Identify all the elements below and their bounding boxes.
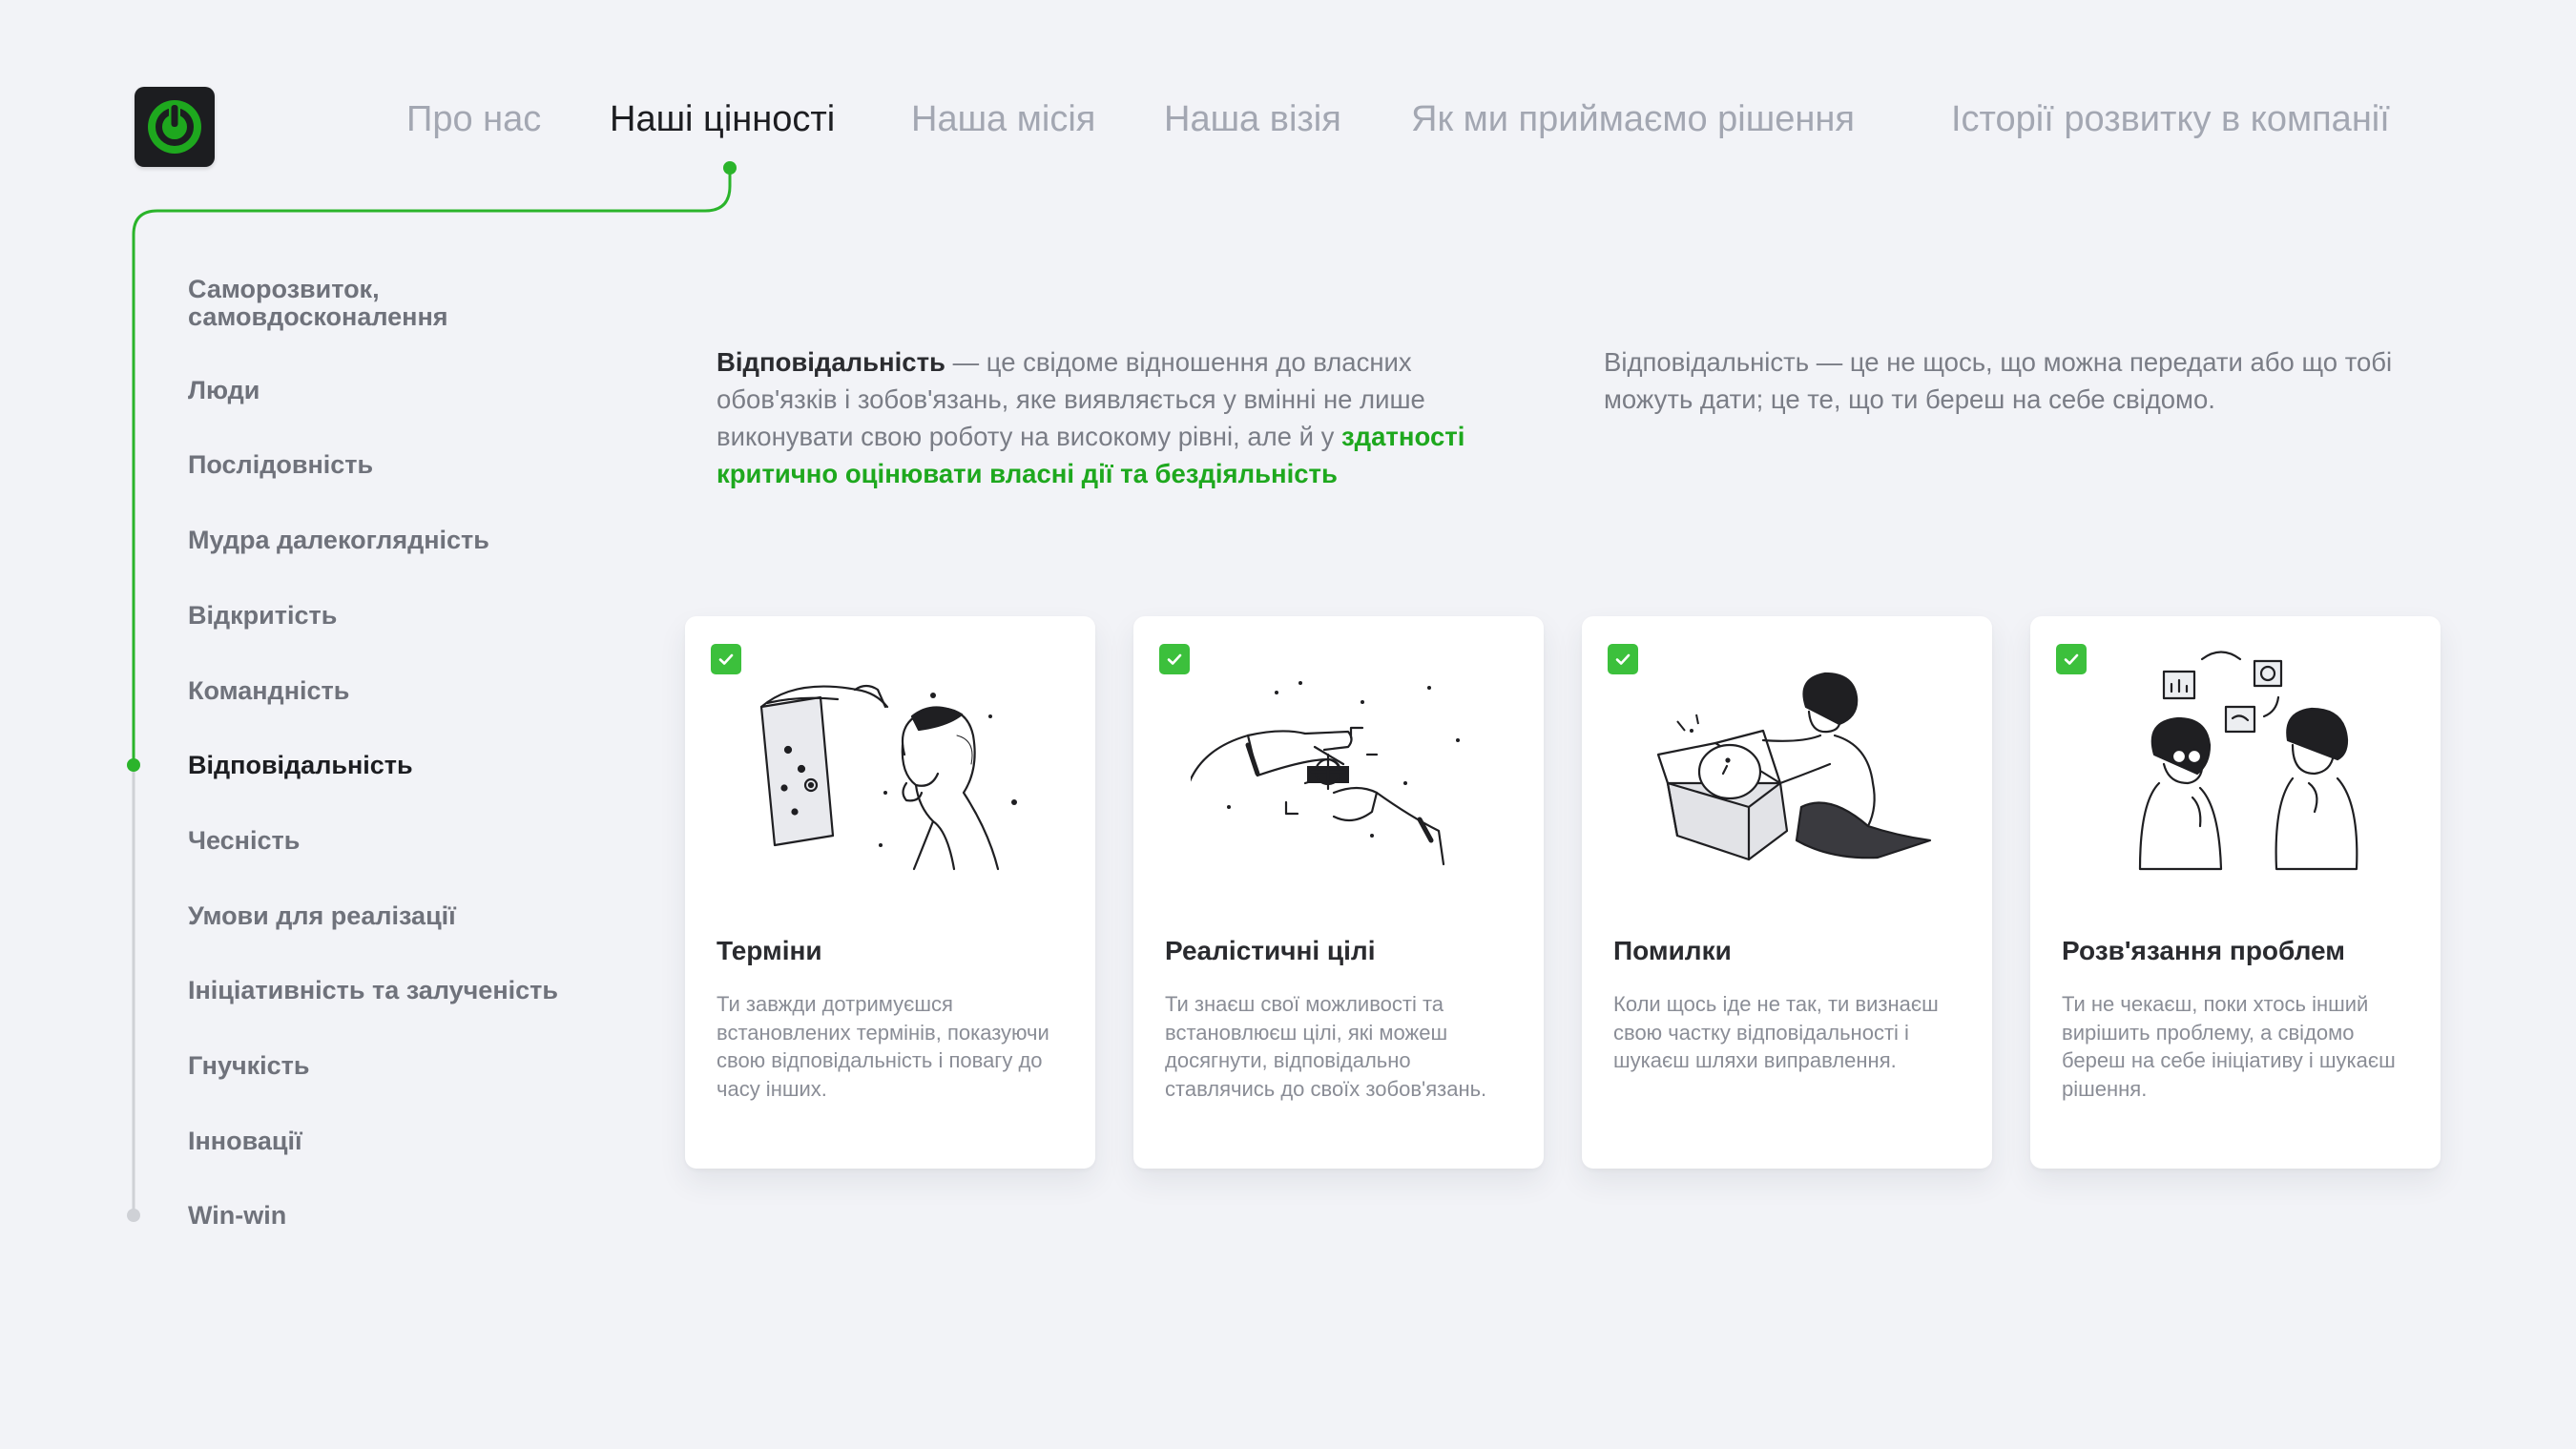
card-mistakes: Помилки Коли щось іде не так, ти визнаєш…	[1582, 616, 1992, 1169]
checkmark-icon	[1159, 644, 1190, 674]
card-title: Помилки	[1613, 936, 1732, 965]
sidebar-item-honesty[interactable]: Чесність	[188, 827, 608, 855]
card-title: Розв'язання проблем	[2062, 936, 2345, 965]
card-title: Реалістичні цілі	[1165, 936, 1376, 965]
checkmark-icon	[711, 644, 741, 674]
responsibility-definition: Відповідальність — це свідоме відношення…	[717, 343, 1537, 492]
sidebar-item-self-development[interactable]: Саморозвиток, самовдосконалення	[188, 276, 493, 331]
sidebar-item-conditions[interactable]: Умови для реалізації	[188, 902, 608, 930]
card-description: Ти знаєш свої можливості та встановлюєш …	[1165, 992, 1487, 1101]
two-people-thinking-illustration	[2138, 651, 2358, 871]
card-description: Коли щось іде не так, ти визнаєш свою ча…	[1613, 992, 1939, 1072]
nav-decisions[interactable]: Як ми приймаємо рішення	[1411, 99, 1855, 140]
checkmark-icon	[2056, 644, 2087, 674]
sidebar-item-openness[interactable]: Відкритість	[188, 602, 608, 630]
card-deadlines: Терміни Ти завжди дотримуєшся встановлен…	[685, 616, 1095, 1169]
sidebar-item-responsibility[interactable]: Відповідальність	[188, 752, 608, 779]
top-nav: Про нас Наші цінності Наша місія Наша ві…	[0, 99, 2576, 156]
responsibility-quote: Відповідальність — це не щось, що можна …	[1604, 347, 2393, 414]
nav-vision[interactable]: Наша візія	[1164, 99, 1341, 140]
sidebar-item-foresight[interactable]: Мудра далекоглядність	[188, 527, 608, 554]
nav-values[interactable]: Наші цінності	[610, 99, 835, 140]
sidebar-item-flexibility[interactable]: Гнучкість	[188, 1052, 608, 1080]
nav-mission[interactable]: Наша місія	[911, 99, 1095, 140]
sidebar-item-initiative[interactable]: Ініціативність та залученість	[188, 977, 608, 1004]
sidebar-item-win-win[interactable]: Win-win	[188, 1202, 608, 1230]
sidebar-item-people[interactable]: Люди	[188, 377, 608, 404]
nav-stories[interactable]: Історії розвитку в компанії	[1951, 99, 2390, 140]
sidebar-item-consistency[interactable]: Послідовність	[188, 451, 608, 479]
woman-checking-calendar-illustration	[759, 684, 1017, 871]
nav-about[interactable]: Про нас	[406, 99, 541, 140]
checkmark-icon	[1608, 644, 1638, 674]
card-description: Ти не чекаєш, поки хтось інший вирішить …	[2062, 992, 2396, 1101]
woman-opening-box-illustration	[1656, 672, 1932, 861]
card-title: Терміни	[717, 936, 822, 965]
card-description: Ти завжди дотримуєшся встановлених термі…	[717, 992, 1049, 1101]
card-problem-solving: Розв'язання проблем Ти не чекаєш, поки х…	[2030, 616, 2441, 1169]
sidebar-item-innovation[interactable]: Інновації	[188, 1128, 608, 1155]
definition-term: Відповідальність	[717, 347, 945, 377]
sidebar-item-teamwork[interactable]: Командність	[188, 677, 608, 705]
card-realistic-goals: Реалістичні цілі Ти знаєш свої можливост…	[1133, 616, 1544, 1169]
hands-target-illustration	[1191, 681, 1460, 866]
